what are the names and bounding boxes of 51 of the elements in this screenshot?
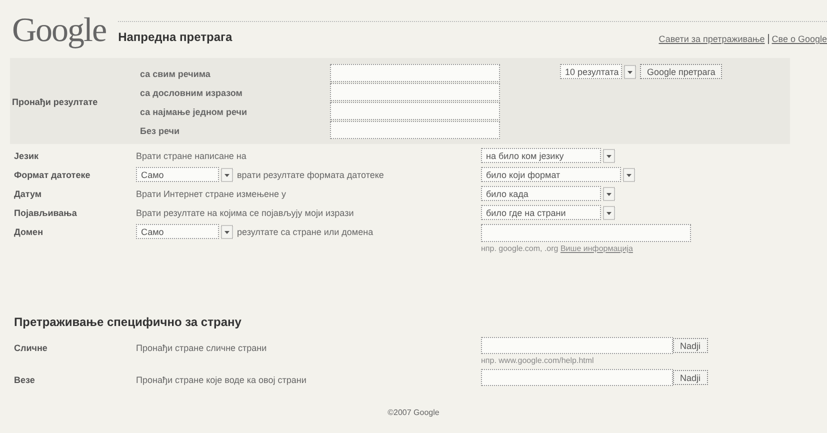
text-field[interactable]	[330, 121, 500, 139]
google-logo: Google	[12, 14, 106, 48]
find-button[interactable]: Nadji	[673, 338, 708, 353]
dropdown[interactable]: на било ком језику	[481, 148, 601, 163]
option-text: врати резултате формата датотеке	[237, 170, 384, 180]
domain-field[interactable]	[481, 224, 691, 242]
row-label: Сличне	[14, 342, 48, 355]
copyright: ©2007 Google	[386, 408, 440, 417]
option-text: Врати резултате на којима се појављују моји изрази	[136, 208, 354, 218]
row-text: Пронађи стране које воде ка овој страни	[136, 374, 308, 386]
caret-icon	[603, 148, 615, 162]
hint-text: нпр. google.com, .org	[481, 244, 560, 253]
option-label: Појављивања	[14, 206, 78, 220]
option-text: Врати стране написане на	[136, 150, 246, 160]
url-field[interactable]	[481, 337, 673, 354]
field-label: Без речи	[140, 124, 180, 138]
caret-icon	[221, 168, 233, 182]
caret-icon	[603, 206, 615, 220]
header-link[interactable]: Савети за претраживање	[658, 34, 765, 44]
field-label: са дословним изразом	[140, 86, 244, 100]
caret-icon	[623, 168, 635, 182]
option-text: резултате са стране или домена	[237, 226, 374, 236]
option-text: Врати Интернет стране измењене у	[136, 188, 286, 198]
dropdown[interactable]: 10 резултата	[560, 64, 622, 79]
row-text: Пронађи стране сличне страни	[136, 342, 268, 355]
find-button[interactable]: Nadji	[673, 370, 708, 385]
option-label: Формат датотеке	[14, 168, 92, 182]
text-field[interactable]	[330, 83, 500, 101]
text-field[interactable]	[330, 64, 500, 82]
caret-icon	[624, 64, 636, 78]
field-label: са свим речима	[140, 68, 212, 81]
section-heading: Претраживање специфично за страну	[14, 315, 242, 329]
row-label: Везе	[14, 374, 36, 386]
url-field[interactable]	[481, 369, 673, 386]
search-button[interactable]: Google претрага	[640, 64, 722, 79]
dropdown[interactable]: Само	[136, 167, 219, 182]
text-field[interactable]	[330, 102, 500, 120]
caret-icon	[603, 186, 615, 200]
header-link[interactable]: Све о Google	[768, 34, 827, 44]
hint-text: нпр. www.google.com/help.html	[481, 356, 595, 365]
page-title: Напредна претрага	[118, 30, 232, 44]
dropdown[interactable]: било где на страни	[481, 205, 601, 220]
option-label: Датум	[14, 188, 43, 201]
dropdown[interactable]: било када	[481, 186, 601, 201]
dropdown[interactable]: Само	[136, 224, 219, 239]
option-label: Језик	[14, 150, 40, 162]
option-label: Домен	[14, 226, 44, 239]
caret-icon	[221, 224, 233, 238]
dropdown[interactable]: било који формат	[481, 167, 621, 182]
find-label: Пронађи резултате	[11, 97, 99, 107]
field-label: са најмање једном речи	[140, 106, 248, 119]
